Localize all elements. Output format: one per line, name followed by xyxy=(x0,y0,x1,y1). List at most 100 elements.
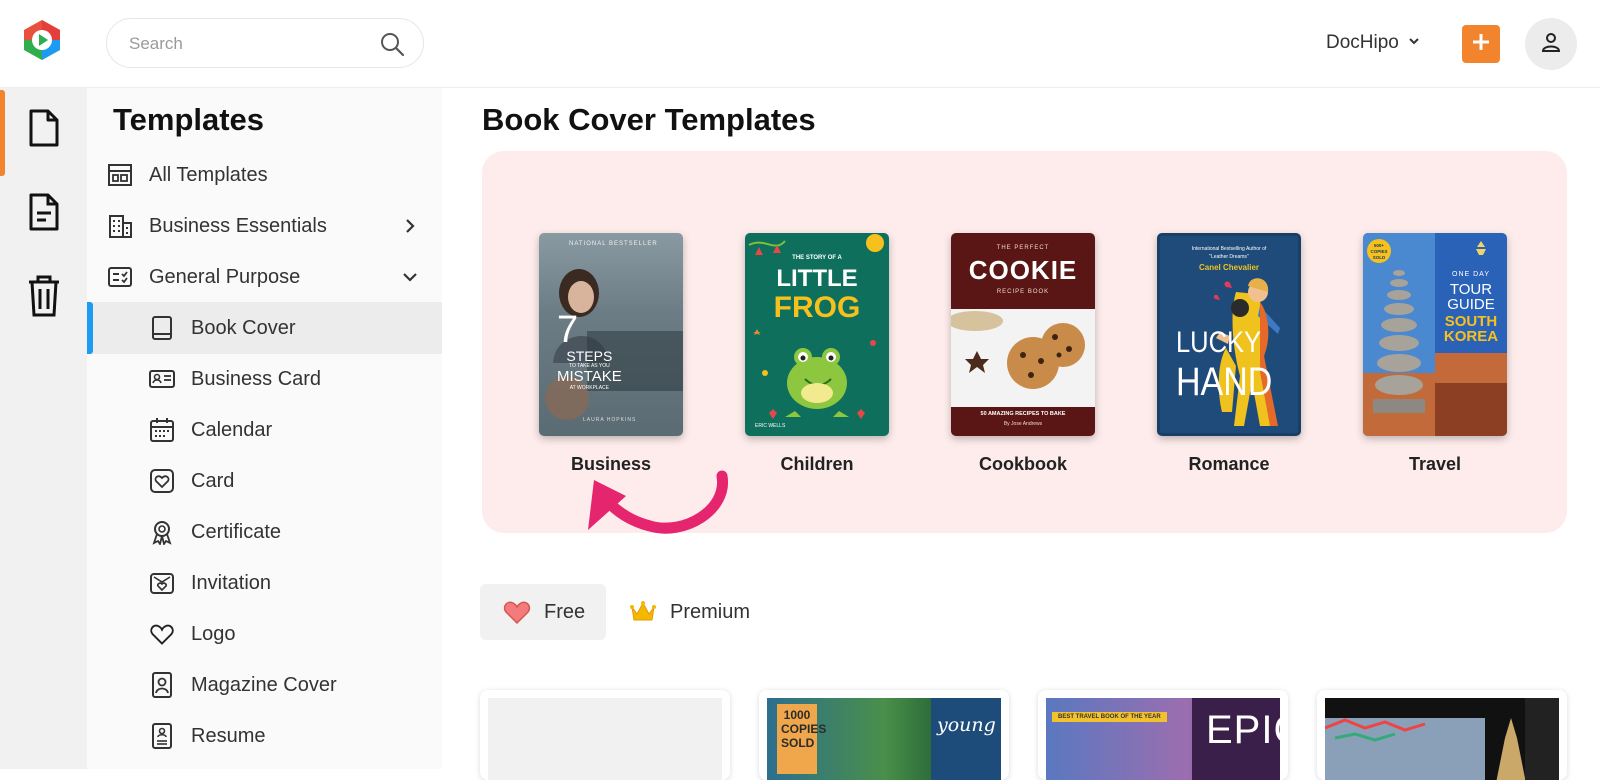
search-icon[interactable] xyxy=(379,31,405,57)
chevron-down-icon xyxy=(1407,32,1421,54)
magazine-icon xyxy=(149,672,175,698)
book-icon xyxy=(149,315,175,341)
cover-kicker: NATIONAL BESTSELLER xyxy=(569,241,658,247)
cover-quote: "Leather Dreams" xyxy=(1209,254,1249,260)
cover-title-a: LUCKY xyxy=(1176,326,1262,359)
category-children[interactable]: THE STORY OF A LITTLE FROG ERIC WELLS Ch… xyxy=(745,233,889,475)
sidebar-item-calendar[interactable]: Calendar xyxy=(87,404,442,456)
account-switcher[interactable]: DocHipo xyxy=(1326,28,1421,58)
calendar-icon xyxy=(149,417,175,443)
cover-author: ERIC WELLS xyxy=(755,423,786,429)
travel-cover-thumbnail[interactable]: 500+ COPIES SOLD ONE DAY TOUR GUIDE SOUT… xyxy=(1363,233,1507,436)
add-button[interactable] xyxy=(1462,25,1500,63)
envelope-heart-icon xyxy=(149,570,175,596)
sidebar-item-label: Magazine Cover xyxy=(191,673,337,696)
chevron-right-icon[interactable] xyxy=(400,216,420,236)
filter-free[interactable]: Free xyxy=(480,584,606,640)
sidebar-item-card[interactable]: Card xyxy=(87,455,442,507)
sidebar-item-label: All Templates xyxy=(149,163,268,186)
cover-title-d: KOREA xyxy=(1443,328,1499,345)
building-icon xyxy=(107,213,133,239)
crown-icon xyxy=(628,598,658,626)
filter-label: Free xyxy=(544,600,586,623)
category-label: Cookbook xyxy=(979,454,1067,474)
curved-arrow-icon xyxy=(588,470,728,534)
layout-icon xyxy=(107,162,133,188)
category-cookbook[interactable]: THE PERFECT COOKIE RECIPE BOOK 50 AMAZIN… xyxy=(951,233,1095,475)
sidebar-item-label: Logo xyxy=(191,622,236,645)
template-card[interactable] xyxy=(1317,690,1567,780)
sidebar-item-business-card[interactable]: Business Card xyxy=(87,353,442,405)
sidebar-item-book-cover[interactable]: Book Cover xyxy=(87,302,442,354)
cover-sub: RECIPE BOOK xyxy=(996,289,1050,295)
sidebar-item-logo[interactable]: Logo xyxy=(87,608,442,660)
sidebar-item-magazine-cover[interactable]: Magazine Cover xyxy=(87,659,442,711)
sidebar-title: Templates xyxy=(113,102,265,137)
sidebar-item-all-templates[interactable]: All Templates xyxy=(87,149,442,201)
template-thumbnail xyxy=(488,698,722,780)
cover-badge: 500+ COPIES SOLD xyxy=(1367,239,1391,263)
sidebar-item-resume[interactable]: Resume xyxy=(87,710,442,762)
template-word: young xyxy=(937,714,996,736)
sidebar-item-label: Invitation xyxy=(191,571,272,594)
sidebar-item-certificate[interactable]: Certificate xyxy=(87,506,442,558)
templates-sidebar: Templates All Templates Business Essenti… xyxy=(87,88,442,769)
resume-icon xyxy=(149,723,175,749)
search-input[interactable] xyxy=(129,31,369,57)
cover-author: LAURA HOPKINS xyxy=(583,417,637,423)
rail-item-forms[interactable] xyxy=(0,172,87,256)
business-cover-thumbnail[interactable]: NATIONAL BESTSELLER 7 STEPS TO TAKE AS Y… xyxy=(539,233,683,436)
filter-premium[interactable]: Premium xyxy=(628,584,778,640)
sidebar-item-general-purpose[interactable]: General Purpose xyxy=(87,251,442,303)
sidebar-item-label: Calendar xyxy=(191,418,273,441)
category-label: Children xyxy=(780,454,854,474)
category-travel[interactable]: 500+ COPIES SOLD ONE DAY TOUR GUIDE SOUT… xyxy=(1363,233,1507,475)
rail-item-trash[interactable] xyxy=(0,256,87,340)
sidebar-item-business-essentials[interactable]: Business Essentials xyxy=(87,200,442,252)
page-title: Book Cover Templates xyxy=(482,102,816,137)
icon-rail xyxy=(0,88,87,769)
template-thumbnail xyxy=(1325,698,1559,780)
category-business[interactable]: NATIONAL BESTSELLER 7 STEPS TO TAKE AS Y… xyxy=(539,233,683,475)
user-icon xyxy=(1539,30,1563,59)
award-icon xyxy=(149,519,175,545)
cover-title-b: GUIDE xyxy=(1447,296,1495,313)
cover-footer: 50 AMAZING RECIPES TO BAKE xyxy=(980,411,1066,417)
heart-icon xyxy=(502,598,532,626)
cover-title-a: COOKIE xyxy=(968,255,1078,285)
avatar[interactable] xyxy=(1525,18,1577,70)
sidebar-item-label: Resume xyxy=(191,724,266,747)
heart-card-icon xyxy=(149,468,175,494)
template-ribbon: BEST TRAVEL BOOK OF THE YEAR xyxy=(1052,712,1167,722)
template-card[interactable]: BEST TRAVEL BOOK OF THE YEAR EPIC xyxy=(1038,690,1288,780)
rail-item-documents[interactable] xyxy=(0,88,87,176)
cookbook-cover-thumbnail[interactable]: THE PERFECT COOKIE RECIPE BOOK 50 AMAZIN… xyxy=(951,233,1095,436)
template-card[interactable]: 1000 COPIES SOLD young xyxy=(759,690,1009,780)
filter-label: Premium xyxy=(670,600,751,623)
sidebar-item-label: Card xyxy=(191,469,235,492)
cover-kicker: THE PERFECT xyxy=(996,245,1050,251)
category-label: Travel xyxy=(1408,454,1462,474)
template-card[interactable] xyxy=(480,690,730,780)
account-name: DocHipo xyxy=(1326,32,1399,53)
sidebar-item-label: Business Essentials xyxy=(149,214,327,237)
category-romance[interactable]: International Bestselling Author of "Lea… xyxy=(1157,233,1301,475)
cover-kicker: International Bestselling Author of xyxy=(1191,246,1267,252)
sidebar-item-label: General Purpose xyxy=(149,265,301,288)
trash-icon xyxy=(26,274,62,323)
cover-author: Canel Chevalier xyxy=(1198,263,1260,272)
cover-title-b: MISTAKE xyxy=(557,368,622,385)
template-thumbnail: 1000 COPIES SOLD young xyxy=(767,698,1001,780)
template-badge: 1000 COPIES SOLD xyxy=(781,708,827,750)
dochipo-logo-icon[interactable] xyxy=(20,18,64,62)
search-box[interactable] xyxy=(106,18,424,68)
heart-outline-icon xyxy=(149,621,175,647)
cover-title-a: LITTLE xyxy=(776,265,858,292)
template-thumbnail: BEST TRAVEL BOOK OF THE YEAR EPIC xyxy=(1046,698,1288,780)
checklist-icon xyxy=(107,264,133,290)
cover-kicker: THE STORY OF A xyxy=(792,255,842,261)
sidebar-item-invitation[interactable]: Invitation xyxy=(87,557,442,609)
children-cover-thumbnail[interactable]: THE STORY OF A LITTLE FROG ERIC WELLS xyxy=(745,233,889,436)
chevron-down-icon[interactable] xyxy=(400,267,420,287)
romance-cover-thumbnail[interactable]: International Bestselling Author of "Lea… xyxy=(1157,233,1301,436)
